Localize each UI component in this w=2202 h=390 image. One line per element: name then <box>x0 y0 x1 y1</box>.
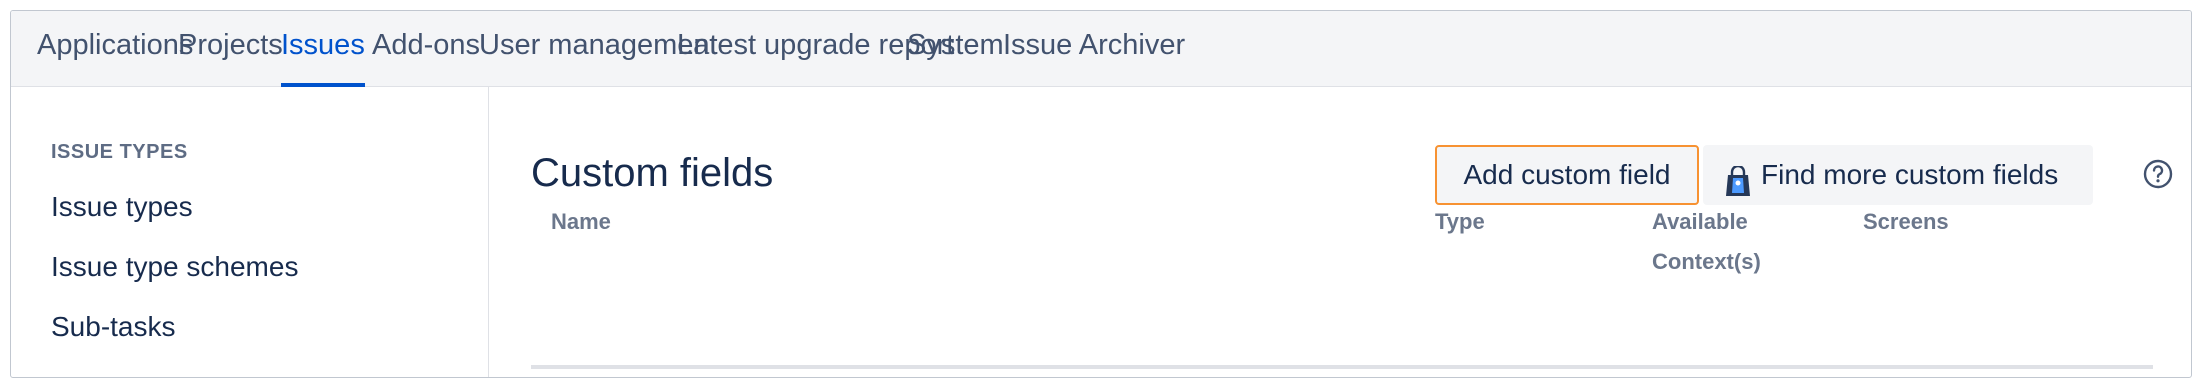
question-circle-icon[interactable] <box>2143 159 2173 189</box>
find-more-custom-fields-label: Find more custom fields <box>1761 159 2059 190</box>
tab-applications[interactable]: Applications <box>37 11 193 87</box>
admin-frame: Applications Projects Issues Add-ons Use… <box>10 10 2192 378</box>
tab-system[interactable]: System <box>907 11 1004 87</box>
find-more-custom-fields-button[interactable]: Find more custom fields <box>1703 145 2093 205</box>
tab-issue-archiver[interactable]: Issue Archiver <box>1003 11 1185 87</box>
sidebar-item-issue-type-schemes[interactable]: Issue type schemes <box>51 251 298 283</box>
table-header-divider <box>531 365 2153 369</box>
tab-issues[interactable]: Issues <box>281 11 365 87</box>
column-header-screens[interactable]: Screens <box>1863 202 1949 242</box>
column-header-type[interactable]: Type <box>1435 202 1485 242</box>
column-header-name[interactable]: Name <box>551 202 611 242</box>
admin-top-nav: Applications Projects Issues Add-ons Use… <box>11 11 2191 87</box>
tab-add-ons[interactable]: Add-ons <box>372 11 480 87</box>
marketplace-bag-icon <box>1725 159 1751 196</box>
sidebar-heading-issue-types: ISSUE TYPES <box>51 141 188 163</box>
column-header-available-contexts[interactable]: Available Context(s) <box>1652 202 1761 282</box>
sidebar: ISSUE TYPES Issue types Issue type schem… <box>11 87 489 377</box>
tab-projects[interactable]: Projects <box>178 11 283 87</box>
main-content: Custom fields Add custom field Find more… <box>489 87 2191 377</box>
add-custom-field-button[interactable]: Add custom field <box>1435 145 1699 205</box>
sidebar-item-sub-tasks[interactable]: Sub-tasks <box>51 311 176 343</box>
sidebar-item-issue-types[interactable]: Issue types <box>51 191 193 223</box>
page-title: Custom fields <box>531 151 774 195</box>
